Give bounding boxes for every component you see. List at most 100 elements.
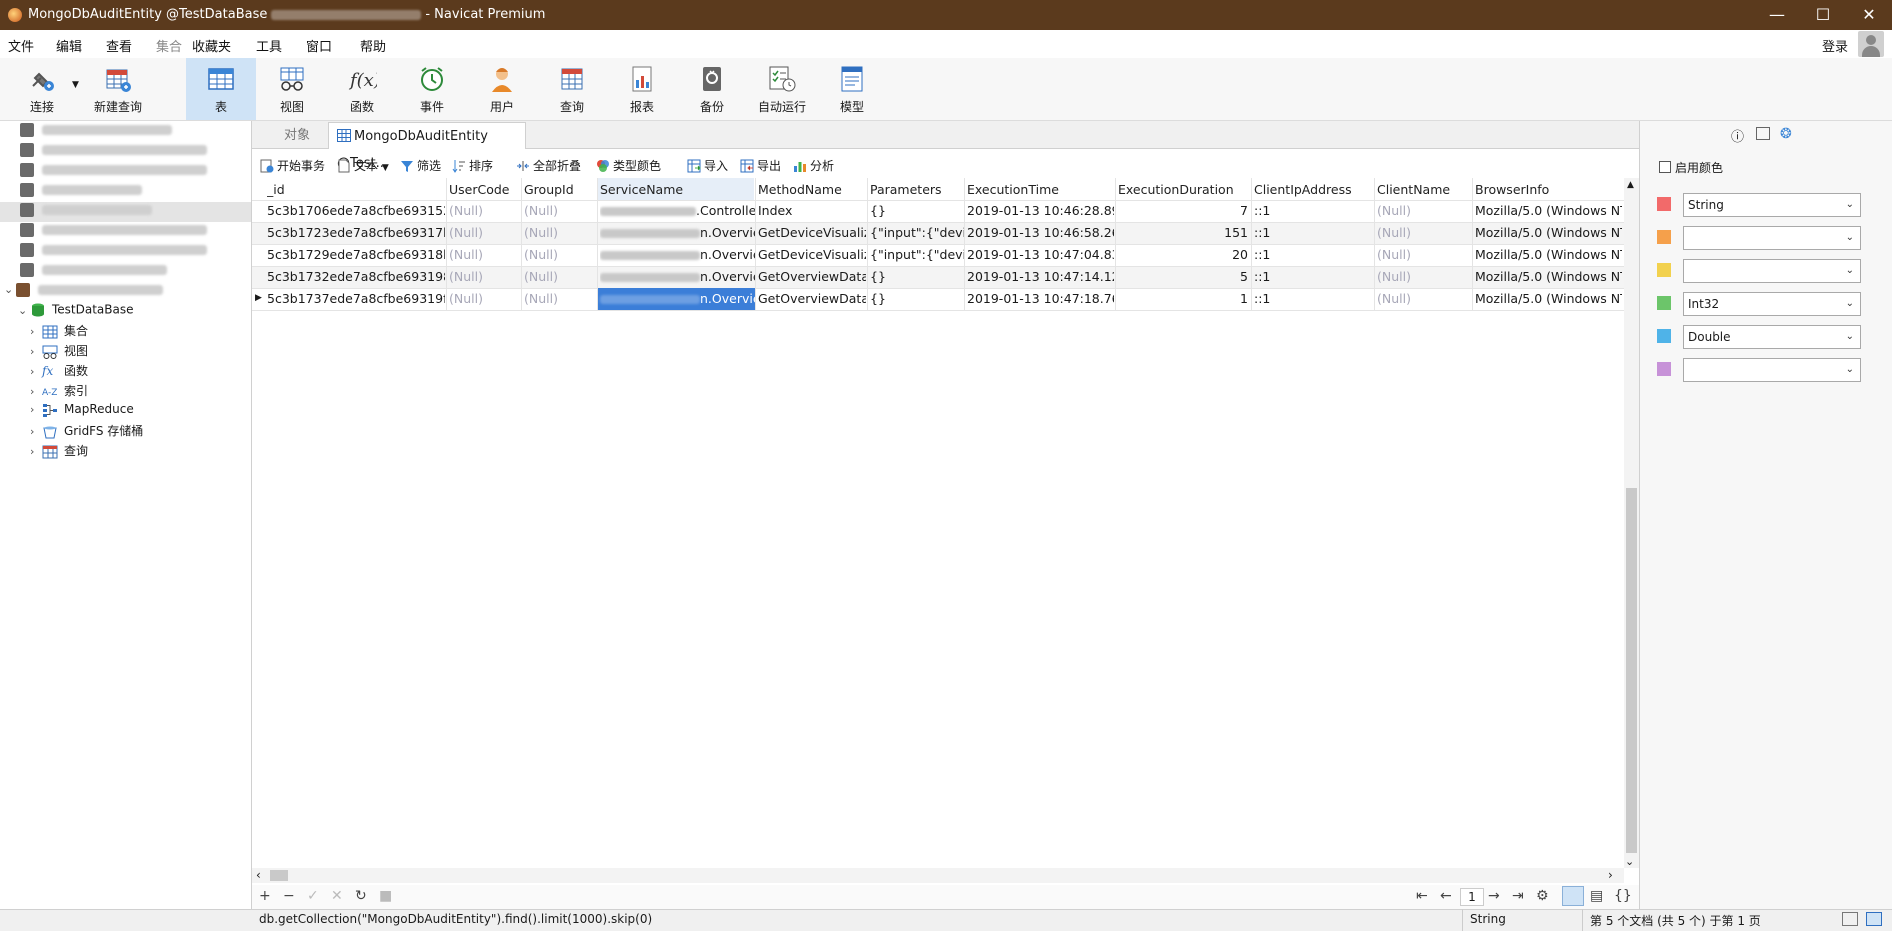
cell-executiontime[interactable]: 2019-01-13 10:47:18.766 <box>967 288 1114 310</box>
report-button[interactable]: 报表 <box>612 58 672 120</box>
scroll-down-icon[interactable]: ⌄ <box>1625 855 1634 868</box>
horizontal-scroll-thumb[interactable] <box>270 870 288 881</box>
model-button[interactable]: 模型 <box>822 58 882 120</box>
cell-browserinfo[interactable]: Mozilla/5.0 (Windows NT <box>1475 288 1622 310</box>
cell-groupid[interactable]: (Null) <box>524 200 594 222</box>
cell-clientname[interactable]: (Null) <box>1377 244 1471 266</box>
refresh-icon[interactable]: ↻ <box>355 888 367 904</box>
column-header-groupid[interactable]: GroupId <box>524 180 594 200</box>
settings-gear-icon[interactable]: ⚙ <box>1536 888 1549 904</box>
color-swatch-red[interactable] <box>1657 197 1671 211</box>
tree-connection-4[interactable] <box>20 182 142 202</box>
cell-servicename[interactable]: n.Overvie <box>600 222 755 244</box>
grid-view-icon[interactable] <box>1562 886 1584 906</box>
cell-usercode[interactable]: (Null) <box>449 288 519 310</box>
cell-parameters[interactable]: {"input":{"device <box>870 244 964 266</box>
table-button[interactable]: 表 <box>186 58 256 120</box>
cell-clientname[interactable]: (Null) <box>1377 200 1471 222</box>
chevron-right-icon[interactable]: › <box>30 425 42 438</box>
tree-item-collections[interactable]: › 集合 <box>30 322 88 342</box>
chevron-right-icon[interactable]: › <box>30 445 42 458</box>
color-circles-icon[interactable]: ❂ <box>1780 126 1792 142</box>
import-button[interactable]: 导入 <box>687 157 728 174</box>
delete-record-icon[interactable]: − <box>283 888 295 904</box>
tree-connection-3[interactable] <box>20 162 207 182</box>
enable-color-checkbox[interactable] <box>1659 161 1671 173</box>
user-button[interactable]: 用户 <box>472 58 532 120</box>
cell-id[interactable]: 5c3b1723ede7a8cfbe69317b <box>267 222 445 244</box>
tree-connection-mongodb[interactable]: ⌄ <box>4 282 163 302</box>
cell-usercode[interactable]: (Null) <box>449 244 519 266</box>
cell-executionduration[interactable]: 7 <box>1118 200 1248 222</box>
filter-button[interactable]: 筛选 <box>400 157 441 174</box>
chevron-down-icon[interactable]: ⌄ <box>4 283 16 296</box>
tree-connection-2[interactable] <box>20 142 207 162</box>
export-button[interactable]: 导出 <box>740 157 781 174</box>
menu-view[interactable]: 查看 <box>106 36 132 55</box>
cell-methodname[interactable]: GetDeviceVisualiza <box>758 222 866 244</box>
next-page-icon[interactable]: → <box>1488 888 1500 904</box>
color-type-select-4[interactable]: Int32 ⌄ <box>1683 292 1861 316</box>
color-type-select-5[interactable]: Double ⌄ <box>1683 325 1861 349</box>
tree-item-indexes[interactable]: › A-Z 索引 <box>30 382 88 402</box>
cell-executiontime[interactable]: 2019-01-13 10:47:04.838 <box>967 244 1114 266</box>
cell-executiontime[interactable]: 2019-01-13 10:46:58.262 <box>967 222 1114 244</box>
vertical-scroll-thumb[interactable] <box>1626 488 1637 853</box>
chevron-right-icon[interactable]: › <box>30 325 42 338</box>
cell-executionduration[interactable]: 5 <box>1118 266 1248 288</box>
color-swatch-orange[interactable] <box>1657 230 1671 244</box>
cell-clientipaddress[interactable]: ::1 <box>1254 266 1372 288</box>
cell-id[interactable]: 5c3b1737ede7a8cfbe69319f <box>267 288 445 310</box>
cell-parameters[interactable]: {"input":{"device <box>870 222 964 244</box>
cell-groupid[interactable]: (Null) <box>524 244 594 266</box>
column-header-browserinfo[interactable]: BrowserInfo <box>1475 180 1620 200</box>
column-header-usercode[interactable]: UserCode <box>449 180 519 200</box>
collapse-all-button[interactable]: 全部折叠 <box>516 157 581 174</box>
cell-methodname[interactable]: GetOverviewData <box>758 288 866 310</box>
menu-edit[interactable]: 编辑 <box>56 36 82 55</box>
tree-item-queries[interactable]: › 查询 <box>30 442 88 462</box>
cell-methodname[interactable]: Index <box>758 200 866 222</box>
color-type-select-2[interactable]: ⌄ <box>1683 226 1861 250</box>
connect-button[interactable]: 连接 <box>14 58 70 120</box>
cell-clientname[interactable]: (Null) <box>1377 222 1471 244</box>
json-view-icon[interactable]: {} <box>1614 888 1632 904</box>
first-page-icon[interactable]: ⇤ <box>1416 888 1428 904</box>
cell-executionduration[interactable]: 20 <box>1118 244 1248 266</box>
menu-file[interactable]: 文件 <box>8 36 34 55</box>
add-record-icon[interactable]: + <box>259 888 271 904</box>
chevron-down-icon[interactable]: ⌄ <box>18 304 30 317</box>
function-button[interactable]: f(x) 函数 <box>332 58 392 120</box>
tree-connection-7[interactable] <box>20 242 207 262</box>
cell-id[interactable]: 5c3b1729ede7a8cfbe69318b <box>267 244 445 266</box>
discard-x-icon[interactable]: ✕ <box>331 888 343 904</box>
cell-usercode[interactable]: (Null) <box>449 200 519 222</box>
cell-clientipaddress[interactable]: ::1 <box>1254 288 1372 310</box>
cell-id[interactable]: 5c3b1706ede7a8cfbe693152 <box>267 200 445 222</box>
cell-parameters[interactable]: {} <box>870 266 964 288</box>
chevron-right-icon[interactable]: › <box>30 365 42 378</box>
ddl-icon[interactable] <box>1756 127 1770 140</box>
color-swatch-purple[interactable] <box>1657 362 1671 376</box>
cell-clientname[interactable]: (Null) <box>1377 288 1471 310</box>
tab-objects[interactable]: 对象 <box>266 122 328 149</box>
close-button[interactable]: ✕ <box>1846 0 1892 30</box>
color-swatch-yellow[interactable] <box>1657 263 1671 277</box>
layout-left-panel-icon[interactable] <box>1842 912 1858 926</box>
cell-usercode[interactable]: (Null) <box>449 266 519 288</box>
view-button[interactable]: 视图 <box>262 58 322 120</box>
tree-connection-6[interactable] <box>20 222 207 242</box>
column-header-clientipaddress[interactable]: ClientIpAddress <box>1254 180 1372 200</box>
cell-groupid[interactable]: (Null) <box>524 288 594 310</box>
column-header-methodname[interactable]: MethodName <box>758 180 864 200</box>
tree-item-gridfs[interactable]: › GridFS 存储桶 <box>30 422 143 442</box>
cell-executiontime[interactable]: 2019-01-13 10:46:28.899 <box>967 200 1114 222</box>
tree-connection-1[interactable] <box>20 122 172 142</box>
tree-item-mapreduce[interactable]: › MapReduce <box>30 402 134 422</box>
type-color-button[interactable]: 类型颜色 <box>596 157 661 174</box>
login-link[interactable]: 登录 <box>1822 36 1848 55</box>
cell-servicename[interactable]: n.Overvie <box>600 266 755 288</box>
color-type-select-3[interactable]: ⌄ <box>1683 259 1861 283</box>
layout-right-panel-icon[interactable] <box>1866 912 1882 926</box>
info-icon[interactable]: ⓘ <box>1731 126 1744 145</box>
